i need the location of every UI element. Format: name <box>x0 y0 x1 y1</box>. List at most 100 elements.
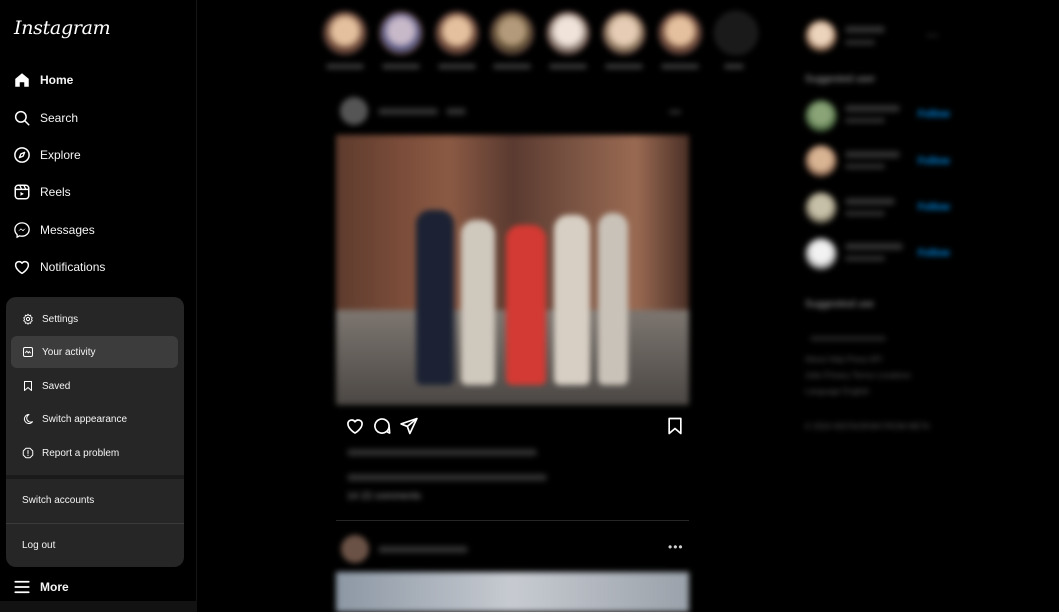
suggested-username[interactable] <box>845 105 900 112</box>
post-username[interactable] <box>378 546 468 553</box>
more-active-strip <box>0 601 197 612</box>
story-username <box>438 64 476 69</box>
comment-icon[interactable] <box>372 416 392 436</box>
story-avatar[interactable] <box>379 11 423 55</box>
story-avatar[interactable] <box>602 11 646 55</box>
sidebar-item-label: Explore <box>40 148 81 162</box>
menu-item-report-problem[interactable]: Report a problem <box>11 437 178 469</box>
more-icon[interactable]: ••• <box>668 540 684 554</box>
sidebar-item-notifications[interactable]: Notifications <box>13 255 105 279</box>
avatar[interactable] <box>805 20 837 52</box>
sidebar-item-label: Reels <box>40 185 71 199</box>
copyright: © 2024 INSTAGRAM FROM META <box>805 422 930 431</box>
story-username <box>382 64 420 69</box>
post-image[interactable] <box>336 572 689 612</box>
suggested-username[interactable] <box>845 243 903 250</box>
suggested-subtitle <box>845 256 885 261</box>
avatar[interactable] <box>805 238 837 270</box>
post-more-button[interactable] <box>669 110 681 114</box>
avatar[interactable] <box>340 97 368 125</box>
switch-accounts-button[interactable]: Switch accounts <box>22 495 94 506</box>
gear-icon <box>23 313 33 325</box>
sidebar-item-search[interactable]: Search <box>13 106 78 130</box>
suggested-subtitle <box>845 164 885 169</box>
menu-divider <box>6 523 184 524</box>
follow-button[interactable]: Follow <box>918 248 950 259</box>
activity-icon <box>23 347 33 357</box>
story-username <box>724 64 744 69</box>
menu-item-label: Report a problem <box>42 447 120 459</box>
story-username <box>493 64 531 69</box>
suggested-username[interactable] <box>845 198 895 205</box>
post-time <box>446 108 466 115</box>
suggested-heading: Suggestiod use <box>805 299 874 310</box>
view-comments-link[interactable]: 14 22 comments <box>347 491 421 502</box>
sidebar-item-label: Notifications <box>40 260 106 274</box>
menu-item-label: Your activity <box>42 346 96 358</box>
sidebar-item-reels[interactable]: Reels <box>13 180 71 204</box>
hamburger-icon <box>14 580 30 594</box>
menu-item-saved[interactable]: Saved <box>11 370 178 402</box>
profile-fullname <box>845 40 875 45</box>
menu-item-label: Switch appearance <box>42 413 128 425</box>
logout-button[interactable]: Log out <box>22 540 55 551</box>
follow-button[interactable]: Follow <box>918 156 950 167</box>
story-username <box>661 64 699 69</box>
sidebar-item-messages[interactable]: Messages <box>13 218 95 242</box>
sidebar-item-home[interactable]: Home <box>13 68 73 92</box>
menu-item-label: Saved <box>42 380 71 392</box>
story-avatar[interactable] <box>435 11 479 55</box>
post-image[interactable] <box>336 135 689 405</box>
sidebar-item-explore[interactable]: Explore <box>13 143 81 167</box>
story-avatar[interactable] <box>546 11 590 55</box>
heart-icon[interactable] <box>345 416 365 436</box>
bookmark-icon[interactable] <box>665 416 685 436</box>
post-username[interactable] <box>378 108 438 115</box>
story-username <box>605 64 643 69</box>
suggested-heading: Suggested user <box>805 74 876 85</box>
post-divider <box>336 520 689 521</box>
footer-links[interactable]: Jobs Privacy Terms Locations <box>805 371 911 380</box>
sidebar-item-more[interactable]: More <box>13 575 69 599</box>
report-icon <box>22 447 34 459</box>
instagram-logo[interactable]: Instagram <box>14 17 111 39</box>
avatar[interactable] <box>805 192 837 224</box>
moon-icon <box>23 413 33 424</box>
story-username <box>326 64 364 69</box>
story-avatar[interactable] <box>714 11 758 55</box>
menu-divider <box>6 475 184 479</box>
menu-item-switch-appearance[interactable]: Switch appearance <box>11 403 178 435</box>
footer-links[interactable]: Language English <box>805 387 869 396</box>
story-avatar[interactable] <box>658 11 702 55</box>
sidebar-item-label: More <box>40 580 69 594</box>
story-avatar[interactable] <box>323 11 367 55</box>
bookmark-icon <box>24 381 32 391</box>
search-icon <box>14 110 30 126</box>
suggested-subtitle <box>845 118 885 123</box>
sidebar-item-label: Home <box>40 73 74 87</box>
more-icon[interactable]: ••• <box>927 31 938 40</box>
footer-links[interactable]: About Help Press API <box>805 355 882 364</box>
menu-item-your-activity[interactable]: Your activity <box>11 336 178 368</box>
heart-icon <box>14 260 30 275</box>
suggested-subtitle <box>845 211 885 216</box>
reels-icon <box>14 184 30 200</box>
story-username <box>549 64 587 69</box>
follow-button[interactable]: Follow <box>918 202 950 213</box>
follow-button[interactable]: Follow <box>918 109 950 120</box>
share-icon[interactable] <box>399 416 419 436</box>
avatar[interactable] <box>341 535 369 563</box>
compass-icon <box>14 147 30 163</box>
home-icon <box>15 73 29 87</box>
sidebar-item-label: Search <box>40 111 79 125</box>
menu-item-settings[interactable]: Settings <box>11 303 178 335</box>
suggested-username[interactable] <box>845 151 900 158</box>
messenger-icon <box>14 222 30 239</box>
profile-username[interactable] <box>845 26 885 33</box>
sidebar-item-label: Messages <box>40 223 95 237</box>
story-avatar[interactable] <box>490 11 534 55</box>
more-menu: Settings Your activity Saved Switch appe… <box>6 297 184 567</box>
menu-item-label: Settings <box>42 313 79 325</box>
avatar[interactable] <box>805 145 837 177</box>
avatar[interactable] <box>805 100 837 132</box>
